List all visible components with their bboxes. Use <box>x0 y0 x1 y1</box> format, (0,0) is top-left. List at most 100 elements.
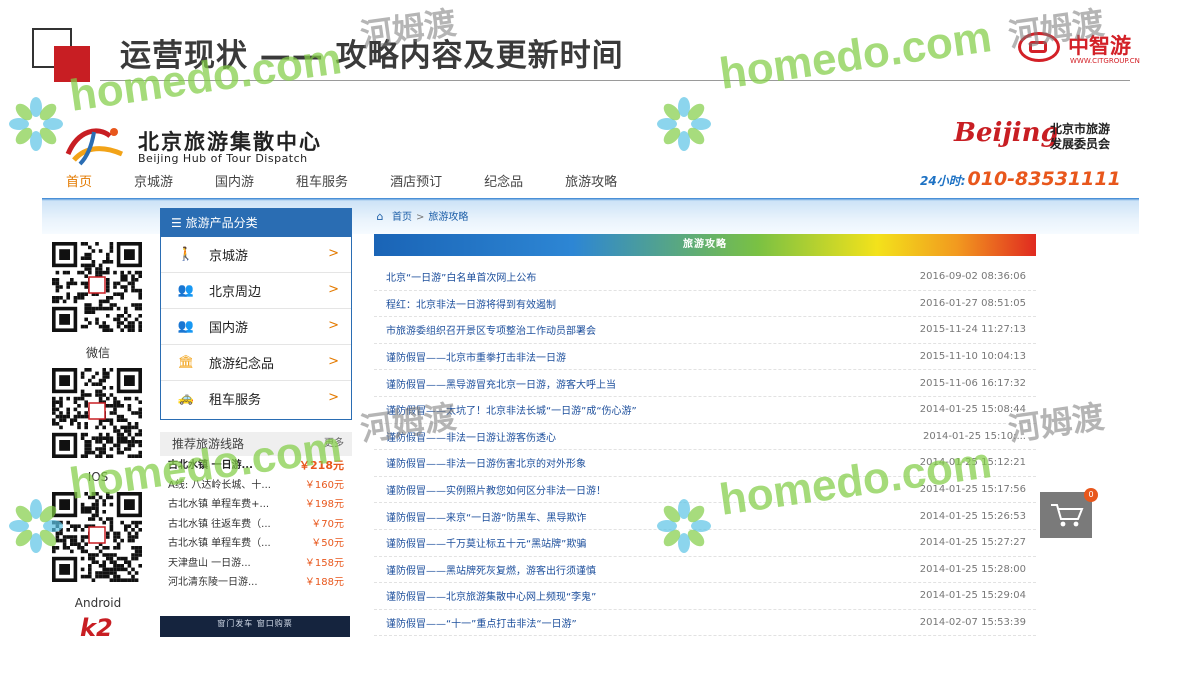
article-title[interactable]: 谨防假冒——黑站牌死灰复燃，游客出行须谨慎 <box>386 562 596 577</box>
article-title[interactable]: 谨防假冒——非法一日游伤害北京的对外形象 <box>386 455 586 470</box>
article-row[interactable]: 谨防假冒——实例照片教您如何区分非法一日游！ 2014-01-25 15:17:5… <box>374 477 1036 504</box>
article-title[interactable]: 谨防假冒——“十一”重点打击非法“一日游” <box>386 615 577 630</box>
category-label: 京城游 <box>209 249 249 264</box>
category-label: 国内游 <box>209 321 249 336</box>
article-title[interactable]: 谨防假冒——千万莫让标五十元“黑站牌”欺骗 <box>386 535 586 550</box>
category-domestic[interactable]: 👥 国内游 > <box>161 309 351 345</box>
category-panel: ☰ 旅游产品分类 🚶 京城游 > 👥 北京周边 > 👥 国内游 > 🏛 旅游纪念… <box>160 208 352 420</box>
category-header: ☰ 旅游产品分类 <box>161 209 351 237</box>
route-item[interactable]: 古北水镇 一日游... ￥218元 <box>160 456 352 476</box>
beijing-logo-text-line2: 发展委员会 <box>1050 137 1111 151</box>
article-title[interactable]: 谨防假冒——北京市重拳打击非法一日游 <box>386 349 566 364</box>
article-row[interactable]: 程红：北京非法一日游将得到有效遏制 2016-01-27 08:51:05 <box>374 291 1036 318</box>
article-title[interactable]: 北京“一日游”白名单首次网上公布 <box>386 269 536 284</box>
article-time: 2014-01-25 15:28:00 <box>919 563 1026 575</box>
travel-guide-banner: 旅游攻略 <box>374 234 1036 256</box>
home-icon[interactable]: ⌂ <box>374 210 386 223</box>
android-qr-code[interactable] <box>44 490 150 584</box>
category-car-rental[interactable]: 🚕 租车服务 > <box>161 381 351 416</box>
route-item[interactable]: 天津盘山 一日游... ￥158元 <box>160 554 352 574</box>
qr-label-android: Android <box>74 596 122 610</box>
article-time: 2014-01-25 15:17:56 <box>919 484 1026 496</box>
title-divider <box>100 80 1130 81</box>
article-time: 2014-01-25 15:10:... <box>922 430 1026 442</box>
group-icon: 👥 <box>177 283 195 298</box>
route-price: ￥198元 <box>304 499 344 510</box>
article-row[interactable]: 谨防假冒——千万莫让标五十元“黑站牌”欺骗 2014-01-25 15:27:27 <box>374 530 1036 557</box>
article-title[interactable]: 谨防假冒——非法一日游让游客伤透心 <box>386 429 556 444</box>
route-price: ￥70元 <box>311 518 344 530</box>
article-row[interactable]: 谨防假冒——来京“一日游”防黑车、黑导欺诈 2014-01-25 15:26:53 <box>374 503 1036 530</box>
route-item[interactable]: A线: 八达岭长城、十... ￥160元 <box>160 476 352 496</box>
article-row[interactable]: 谨防假冒——北京旅游集散中心网上频现“李鬼” 2014-01-25 15:29:0… <box>374 583 1036 610</box>
chevron-right-icon: > <box>328 390 339 405</box>
article-title[interactable]: 谨防假冒——来京“一日游”防黑车、黑导欺诈 <box>386 509 586 524</box>
hotline-number: 010-83531111 <box>967 168 1121 190</box>
article-list: 北京“一日游”白名单首次网上公布 2016-09-02 08:36:06 程红：北… <box>374 264 1036 637</box>
route-item[interactable]: 古北水镇 单程车费+... ￥198元 <box>160 495 352 515</box>
article-row[interactable]: 谨防假冒——“十一”重点打击非法“一日游” 2014-02-07 15:53:39 <box>374 610 1036 637</box>
beijing-logo-mark: Beijing <box>954 118 1059 148</box>
route-price: ￥188元 <box>304 577 344 588</box>
qr-column: 微信 IOS Android k2 <box>42 240 154 637</box>
article-title[interactable]: 谨防假冒——黑导游冒充北京一日游，游客大呼上当 <box>386 376 616 391</box>
qr-label-wechat: 微信 <box>85 346 110 360</box>
beijing-logo-text-line1: 北京市旅游 <box>1050 122 1111 136</box>
article-time: 2015-11-10 10:04:13 <box>919 351 1026 363</box>
route-price: ￥218元 <box>299 459 344 472</box>
article-title[interactable]: 谨防假冒——北京旅游集散中心网上频现“李鬼” <box>386 588 596 603</box>
route-item[interactable]: 古北水镇 往返车费（... ￥70元 <box>160 515 352 535</box>
article-title[interactable]: 谨防假冒——实例照片教您如何区分非法一日游！ <box>386 482 606 497</box>
article-title[interactable]: 市旅游委组织召开景区专项整治工作动员部署会 <box>386 322 596 337</box>
promo-banner[interactable]: 窗门发车 窗口购票 <box>160 616 350 637</box>
category-label: 北京周边 <box>209 285 262 300</box>
article-row[interactable]: 谨防假冒——非法一日游让游客伤透心 2014-01-25 15:10:... <box>374 424 1036 451</box>
citgroup-url: WWW.CITGROUP.CN <box>1070 57 1140 65</box>
website-screenshot: 北京旅游集散中心 Beijing Hub of Tour Dispatch Be… <box>42 112 1139 637</box>
hub-logo[interactable]: 北京旅游集散中心 Beijing Hub of Tour Dispatch <box>64 120 364 170</box>
temple-icon: 🏛 <box>177 355 195 370</box>
nav-car-rental[interactable]: 租车服务 <box>296 170 348 196</box>
article-row[interactable]: 北京“一日游”白名单首次网上公布 2016-09-02 08:36:06 <box>374 264 1036 291</box>
nav-city-tour[interactable]: 京城游 <box>134 170 173 196</box>
category-souvenir[interactable]: 🏛 旅游纪念品 > <box>161 345 351 381</box>
wechat-qr-code[interactable] <box>44 240 150 334</box>
route-name: 天津盘山 一日游... <box>168 557 251 569</box>
hub-logo-en: Beijing Hub of Tour Dispatch <box>138 152 308 165</box>
route-item[interactable]: 古北水镇 单程车费（... ￥50元 <box>160 534 352 554</box>
decor-square-red <box>54 46 90 82</box>
category-city-tour[interactable]: 🚶 京城游 > <box>161 237 351 273</box>
article-row[interactable]: 谨防假冒——北京市重拳打击非法一日游 2015-11-10 10:04:13 <box>374 344 1036 371</box>
route-price: ￥158元 <box>304 557 344 569</box>
hotline: 24小时: 010-83531111 <box>920 168 1121 196</box>
article-row[interactable]: 谨防假冒——太坑了！北京非法长城“一日游”成“伤心游” 2014-01-25 15… <box>374 397 1036 424</box>
article-time: 2016-09-02 08:36:06 <box>919 271 1026 283</box>
route-name: A线: 八达岭长城、十... <box>168 479 271 491</box>
article-time: 2014-02-07 15:53:39 <box>919 617 1026 629</box>
nav-travel-guide[interactable]: 旅游攻略 <box>565 170 617 196</box>
main-nav: 首页 京城游 国内游 租车服务 酒店预订 纪念品 旅游攻略 <box>66 170 659 196</box>
qr-label-ios: IOS <box>87 470 109 484</box>
article-row[interactable]: 谨防假冒——非法一日游伤害北京的对外形象 2014-01-25 15:12:21 <box>374 450 1036 477</box>
article-row[interactable]: 市旅游委组织召开景区专项整治工作动员部署会 2015-11-24 11:27:13 <box>374 317 1036 344</box>
nav-souvenir[interactable]: 纪念品 <box>484 170 523 196</box>
route-name: 古北水镇 一日游... <box>168 460 253 471</box>
nav-home[interactable]: 首页 <box>66 170 92 196</box>
breadcrumb-home[interactable]: 首页 <box>392 212 412 223</box>
car-icon: 🚕 <box>177 391 195 406</box>
routes-more-link[interactable]: 更多 <box>324 432 344 456</box>
article-title[interactable]: 谨防假冒——太坑了！北京非法长城“一日游”成“伤心游” <box>386 402 637 417</box>
nav-domestic-tour[interactable]: 国内游 <box>215 170 254 196</box>
article-title[interactable]: 程红：北京非法一日游将得到有效遏制 <box>386 296 556 311</box>
list-icon: ☰ <box>171 216 186 230</box>
routes-header: 推荐旅游线路 更多 <box>160 432 352 456</box>
category-beijing-surroundings[interactable]: 👥 北京周边 > <box>161 273 351 309</box>
article-row[interactable]: 谨防假冒——黑站牌死灰复燃，游客出行须谨慎 2014-01-25 15:28:00 <box>374 557 1036 584</box>
article-time: 2014-01-25 15:12:21 <box>919 457 1026 469</box>
nav-hotel[interactable]: 酒店预订 <box>390 170 442 196</box>
route-item[interactable]: 河北清东陵一日游... ￥188元 <box>160 573 352 593</box>
article-time: 2014-01-25 15:27:27 <box>919 537 1026 549</box>
ios-qr-code[interactable] <box>44 366 150 460</box>
breadcrumb: ⌂ 首页 > 旅游攻略 <box>374 208 469 223</box>
article-row[interactable]: 谨防假冒——黑导游冒充北京一日游，游客大呼上当 2015-11-06 16:17:… <box>374 370 1036 397</box>
